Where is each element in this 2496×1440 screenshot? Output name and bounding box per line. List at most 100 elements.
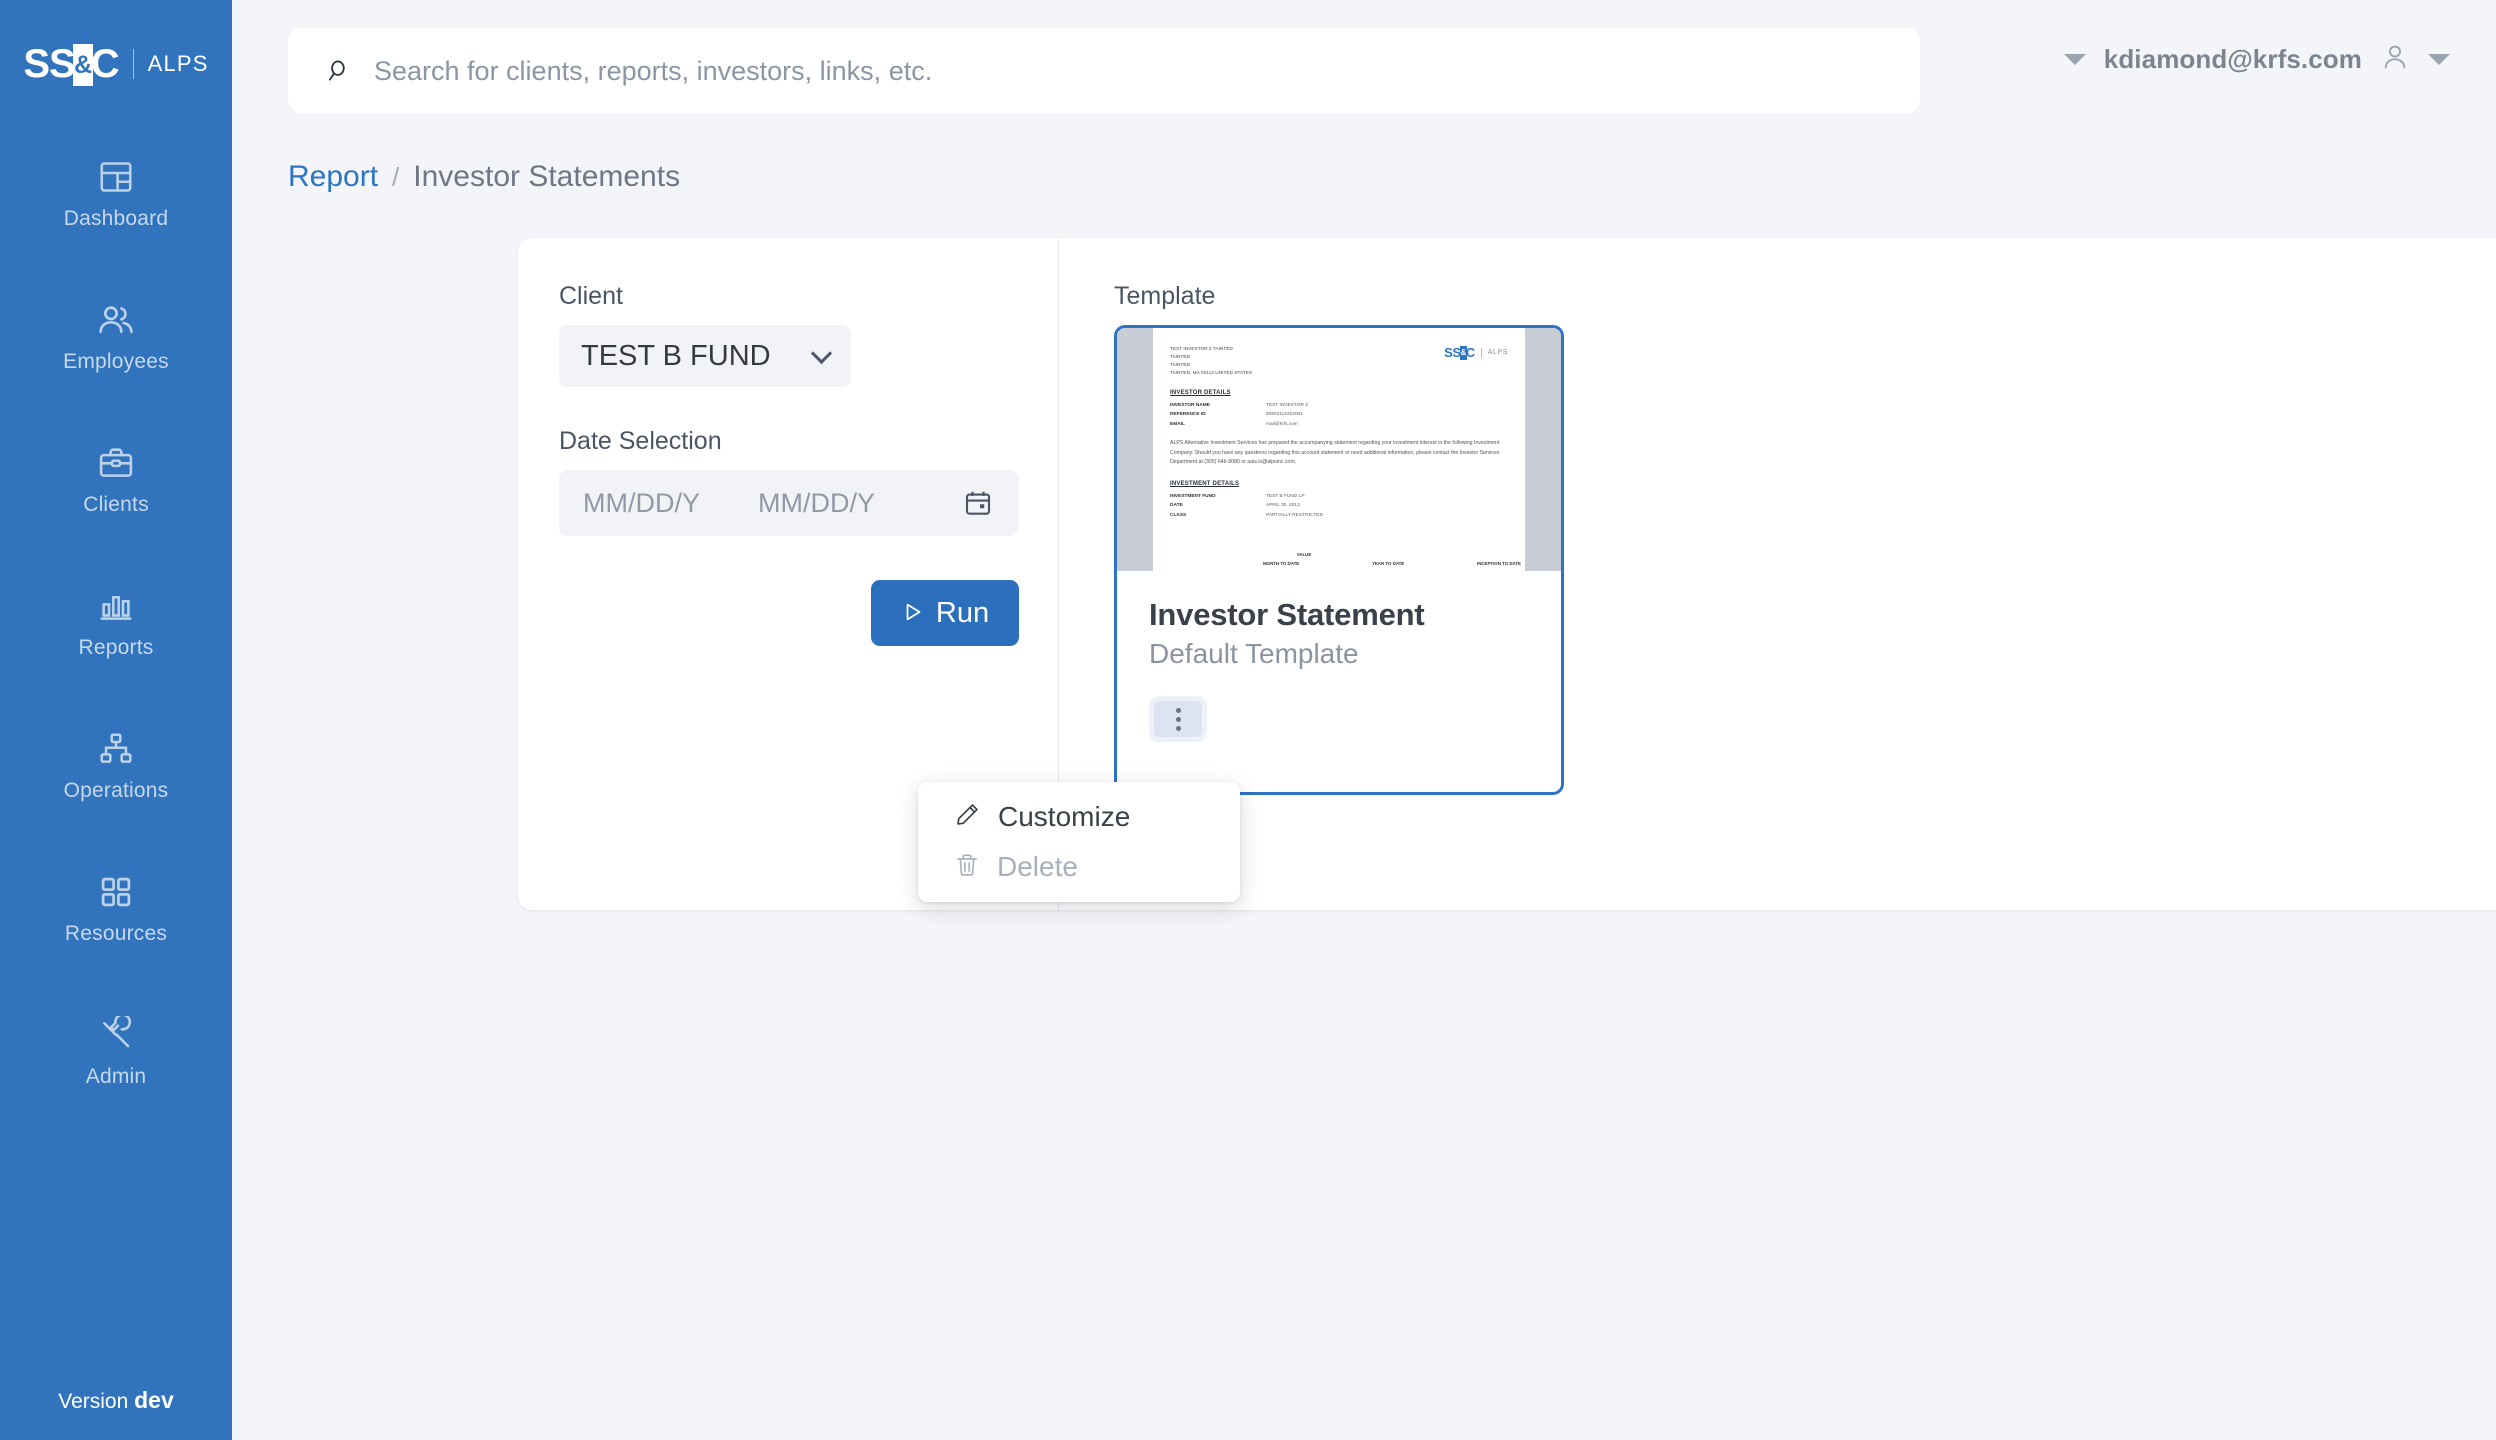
- sidebar-item-operations[interactable]: Operations: [0, 710, 232, 817]
- preview-logo-alps: ALPS: [1487, 349, 1508, 356]
- user-menu-chevron-icon[interactable]: [2428, 54, 2450, 65]
- wrench-icon: [97, 1014, 135, 1056]
- sidebar-item-label: Resources: [64, 922, 168, 945]
- sidebar-item-reports[interactable]: Reports: [0, 567, 232, 674]
- top-bar: kdiamond@krfs.com: [232, 0, 2496, 142]
- menu-item-label: Customize: [998, 801, 1131, 832]
- preview-paragraph: ALPS Alternative Investment Services has…: [1170, 440, 1500, 466]
- employees-icon: [96, 299, 136, 341]
- sidebar-item-admin[interactable]: Admin: [0, 996, 232, 1103]
- template-thumbnail[interactable]: SS & C ALPS TEST INVESTOR 2 TAINTED TAINTE…: [1117, 328, 1561, 571]
- breadcrumb: Report / Investor Statements: [288, 160, 680, 194]
- search-icon: [326, 58, 352, 84]
- play-icon: [901, 600, 925, 627]
- preview-detail-value: TEST INVESTOR 2: [1266, 403, 1308, 409]
- preview-detail-value: mail@krfs.com: [1266, 421, 1298, 427]
- preview-column-header: INCEPTION TO DATE: [1476, 561, 1521, 566]
- user-email-label: kdiamond@krfs.com: [2103, 44, 2362, 74]
- run-button-label: Run: [935, 596, 990, 629]
- preview-detail-value: TEST B FUND LP: [1266, 494, 1305, 500]
- grid-icon: [98, 871, 134, 913]
- logo-divider: [132, 49, 134, 79]
- dashboard-icon: [97, 156, 135, 198]
- preview-investor-details-heading: INVESTOR DETAILS: [1170, 390, 1231, 397]
- breadcrumb-current-page: Investor Statements: [413, 160, 681, 193]
- logo-alps-text: ALPS: [147, 51, 209, 76]
- kebab-dot: [1175, 725, 1181, 731]
- run-row: Run: [559, 580, 1019, 646]
- template-context-menu: Customize Delete: [918, 782, 1240, 902]
- preview-detail-value: PARTIALLY RESTRICTED: [1266, 512, 1323, 518]
- logo-c-text: C: [90, 42, 120, 86]
- version-value: dev: [134, 1387, 174, 1413]
- preview-detail-row: EMAIL mail@krfs.com: [1170, 420, 1508, 429]
- template-card-subtitle: Default Template: [1149, 638, 1359, 669]
- sidebar-item-dashboard[interactable]: Dashboard: [0, 138, 232, 245]
- client-select[interactable]: TEST B FUND: [559, 325, 851, 387]
- statement-preview: SS & C ALPS TEST INVESTOR 2 TAINTED TAINTE…: [1153, 328, 1525, 571]
- date-selection-group: Date Selection: [559, 427, 1019, 536]
- date-end-input[interactable]: [758, 487, 933, 519]
- sidebar-nav: Dashboard Employees Clients Reports Oper…: [0, 138, 232, 1139]
- date-range-field[interactable]: [559, 470, 1019, 536]
- preview-detail-key: REFERENCE ID: [1170, 412, 1206, 418]
- preview-value-header: VALUE: [1296, 552, 1312, 557]
- calendar-icon[interactable]: [963, 488, 993, 518]
- preview-detail-value: APRIL 30, 2013: [1266, 503, 1300, 509]
- user-avatar-icon[interactable]: [2380, 42, 2410, 77]
- preview-detail-key: DATE: [1170, 503, 1183, 509]
- report-form: Client TEST B FUND Date Selection MM/DD/…: [559, 282, 1019, 646]
- pencil-icon: [954, 801, 981, 833]
- logo-ampersand: &: [72, 44, 93, 86]
- bar-chart-icon: [97, 585, 135, 627]
- sidebar-item-employees[interactable]: Employees: [0, 281, 232, 388]
- kebab-dot: [1175, 716, 1181, 722]
- search-input[interactable]: [374, 28, 1920, 114]
- sidebar-item-label: Clients: [83, 493, 149, 516]
- menu-item-customize[interactable]: Customize: [918, 792, 1240, 842]
- preview-logo-c: C: [1465, 345, 1475, 360]
- user-menu[interactable]: kdiamond@krfs.com: [2063, 42, 2450, 77]
- breadcrumb-link-report[interactable]: Report: [288, 160, 378, 194]
- kebab-dot: [1175, 707, 1181, 713]
- breadcrumb-separator: /: [392, 162, 400, 192]
- template-card[interactable]: SS & C ALPS TEST INVESTOR 2 TAINTED TAINTE…: [1114, 325, 1564, 795]
- sidebar-item-label: Employees: [63, 350, 169, 373]
- preview-detail-key: INVESTMENT FUND: [1170, 494, 1216, 500]
- version-prefix: Version: [58, 1390, 129, 1413]
- sidebar-item-label: Reports: [78, 636, 154, 659]
- date-start-input[interactable]: [583, 487, 758, 519]
- sidebar-item-label: Operations: [63, 779, 169, 802]
- preview-detail-key: INVESTOR NAME: [1170, 403, 1210, 409]
- template-options-button[interactable]: [1149, 696, 1207, 742]
- version-label: Version dev: [0, 1387, 232, 1414]
- chevron-down-icon[interactable]: [2063, 54, 2086, 65]
- report-panel: Client TEST B FUND Date Selection MM/DD/…: [518, 238, 2496, 910]
- sidebar: SS & C ALPS Dashboard Employees Clients …: [0, 0, 232, 1440]
- preview-detail-row: CLASS PARTIALLY RESTRICTED: [1170, 511, 1508, 520]
- ssandc-logo-icon: SS & C: [23, 42, 120, 86]
- template-label: Template: [1114, 282, 1216, 310]
- run-button[interactable]: Run: [871, 580, 1019, 646]
- menu-item-delete[interactable]: Delete: [918, 842, 1240, 892]
- preview-column-header: MONTH TO DATE: [1263, 561, 1300, 566]
- preview-address-line: TAINTED: [1170, 362, 1191, 368]
- sidebar-item-clients[interactable]: Clients: [0, 424, 232, 531]
- preview-ssandc-logo-icon: SS & C ALPS: [1444, 345, 1508, 360]
- chevron-down-icon: [810, 342, 833, 364]
- global-search[interactable]: [288, 28, 1920, 114]
- sidebar-item-resources[interactable]: Resources: [0, 853, 232, 960]
- sidebar-item-label: Dashboard: [63, 207, 169, 230]
- sitemap-icon: [97, 728, 135, 770]
- template-pane: Template SS & C ALPS TEST INVESTOR 2 TAINT…: [1114, 282, 1564, 795]
- menu-item-label: Delete: [997, 851, 1078, 882]
- preview-investment-details-heading: INVESTMENT DETAILS: [1170, 481, 1240, 488]
- preview-address-line: TAINTED, MA 02113 UNITED STATES: [1170, 370, 1253, 376]
- preview-column-header: YEAR TO DATE: [1371, 561, 1405, 566]
- template-card-body: Investor Statement Default Template: [1117, 571, 1561, 742]
- sidebar-item-label: Admin: [85, 1065, 147, 1088]
- brand-logo[interactable]: SS & C ALPS: [23, 36, 208, 92]
- client-select-value: TEST B FUND: [581, 339, 771, 372]
- main-region: kdiamond@krfs.com Report / Investor Stat…: [232, 0, 2496, 1440]
- preview-detail-value: 80803112222001: [1266, 412, 1303, 418]
